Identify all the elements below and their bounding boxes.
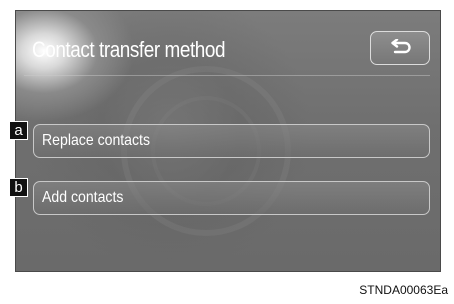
- callout-b: b: [9, 178, 28, 197]
- screen-title: Contact transfer method: [32, 37, 226, 62]
- replace-contacts-button[interactable]: Replace contacts: [33, 124, 430, 158]
- figure-reference-code: STNDA00063Ea: [359, 283, 448, 297]
- add-contacts-label: Add contacts: [42, 189, 124, 206]
- title-divider: [24, 75, 430, 76]
- callout-a: a: [9, 121, 28, 140]
- return-arrow-icon: [391, 39, 411, 54]
- display-screen: Contact transfer method Replace contacts…: [15, 10, 441, 272]
- back-button[interactable]: [370, 31, 430, 65]
- replace-contacts-label: Replace contacts: [42, 132, 151, 149]
- figure: Contact transfer method Replace contacts…: [0, 0, 454, 304]
- add-contacts-button[interactable]: Add contacts: [33, 181, 430, 215]
